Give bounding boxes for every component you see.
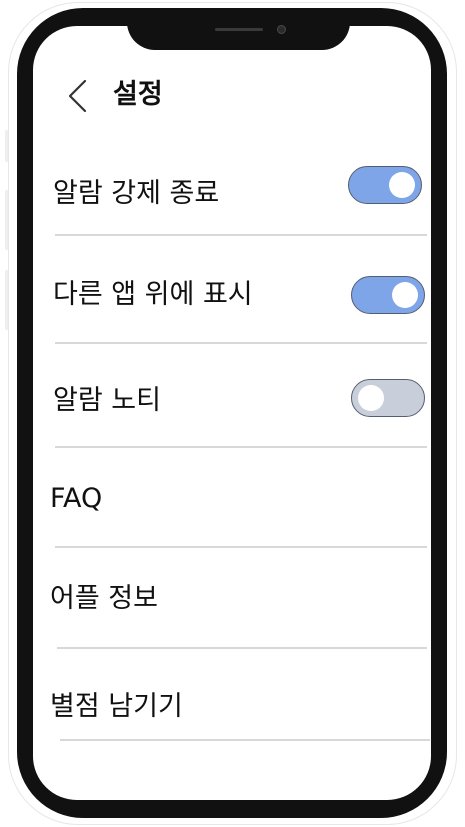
front-camera: [277, 25, 286, 34]
side-button: [5, 270, 8, 330]
divider: [55, 234, 427, 236]
divider: [55, 546, 427, 548]
divider: [60, 739, 430, 741]
divider: [55, 342, 427, 344]
alarm-force-quit-toggle[interactable]: [348, 166, 422, 204]
divider: [55, 446, 427, 448]
alarm-notification-toggle[interactable]: [351, 379, 425, 417]
display-over-apps-label: 다른 앱 위에 표시: [53, 279, 253, 310]
leave-rating-item[interactable]: 별점 남기기: [50, 688, 183, 726]
speaker: [215, 28, 263, 31]
page-title: 설정: [113, 79, 163, 110]
display-over-apps-toggle[interactable]: [351, 276, 425, 314]
toggle-knob: [392, 282, 418, 308]
divider: [57, 647, 427, 649]
chevron-left-icon[interactable]: [64, 78, 92, 114]
side-button: [5, 190, 8, 250]
toggle-knob: [358, 385, 384, 411]
alarm-notification-label: 알람 노티: [53, 385, 161, 416]
faq-item[interactable]: FAQ: [50, 480, 102, 518]
toggle-knob: [389, 172, 415, 198]
app-info-item[interactable]: 어플 정보: [50, 580, 158, 618]
alarm-force-quit-label: 알람 강제 종료: [53, 178, 220, 209]
side-button: [5, 130, 8, 162]
